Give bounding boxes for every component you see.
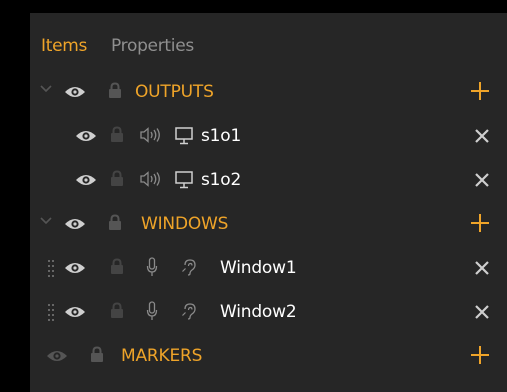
close-icon[interactable] <box>475 305 489 319</box>
lock-icon[interactable] <box>90 346 104 362</box>
tree-item-window2[interactable]: Window2 <box>30 290 507 334</box>
lock-icon[interactable] <box>110 302 124 318</box>
tab-items[interactable]: Items <box>41 33 87 59</box>
drag-handle-icon[interactable] <box>48 303 54 321</box>
eye-icon[interactable] <box>64 85 86 99</box>
close-icon[interactable] <box>475 173 489 187</box>
chevron-down-icon[interactable] <box>40 85 52 93</box>
monitor-icon[interactable] <box>175 171 193 189</box>
panel-tabs: Items Properties <box>30 13 507 70</box>
close-icon[interactable] <box>475 261 489 275</box>
eye-icon[interactable] <box>75 129 97 143</box>
eye-icon[interactable] <box>64 305 86 319</box>
lock-icon[interactable] <box>108 214 122 230</box>
eye-icon[interactable] <box>75 173 97 187</box>
lock-icon[interactable] <box>110 258 124 274</box>
eye-icon[interactable] <box>64 261 86 275</box>
tree-item-s1o2[interactable]: s1o2 <box>30 158 507 202</box>
ear-icon[interactable] <box>180 302 198 320</box>
lock-icon[interactable] <box>110 126 124 142</box>
tree-item-s1o1[interactable]: s1o1 <box>30 114 507 158</box>
tree-item-window1[interactable]: Window1 <box>30 246 507 290</box>
items-panel: Items Properties OUTPUTS s1o1 s1o2 WINDO… <box>30 13 507 392</box>
eye-icon[interactable] <box>64 217 86 231</box>
lock-icon[interactable] <box>110 170 124 186</box>
tree-group-outputs[interactable]: OUTPUTS <box>30 70 507 114</box>
tree-group-label: MARKERS <box>121 346 203 366</box>
speaker-icon[interactable] <box>140 127 162 143</box>
speaker-icon[interactable] <box>140 171 162 187</box>
plus-icon[interactable] <box>470 213 490 233</box>
plus-icon[interactable] <box>470 81 490 101</box>
microphone-icon[interactable] <box>146 257 158 277</box>
tree-item-label: s1o1 <box>201 126 242 146</box>
plus-icon[interactable] <box>470 345 490 365</box>
drag-handle-icon[interactable] <box>48 259 54 277</box>
close-icon[interactable] <box>475 129 489 143</box>
tree-item-label: s1o2 <box>201 170 242 190</box>
tab-properties[interactable]: Properties <box>111 33 194 59</box>
microphone-icon[interactable] <box>146 301 158 321</box>
tree-group-label: WINDOWS <box>141 214 229 234</box>
ear-icon[interactable] <box>180 258 198 276</box>
tree-group-markers[interactable]: MARKERS <box>30 334 507 378</box>
tree-group-label: OUTPUTS <box>135 82 214 102</box>
tree-item-label: Window2 <box>220 302 297 322</box>
tree-group-windows[interactable]: WINDOWS <box>30 202 507 246</box>
eye-icon[interactable] <box>46 349 68 363</box>
lock-icon[interactable] <box>108 82 122 98</box>
tree-item-label: Window1 <box>220 258 297 278</box>
chevron-down-icon[interactable] <box>40 217 52 225</box>
monitor-icon[interactable] <box>175 127 193 145</box>
